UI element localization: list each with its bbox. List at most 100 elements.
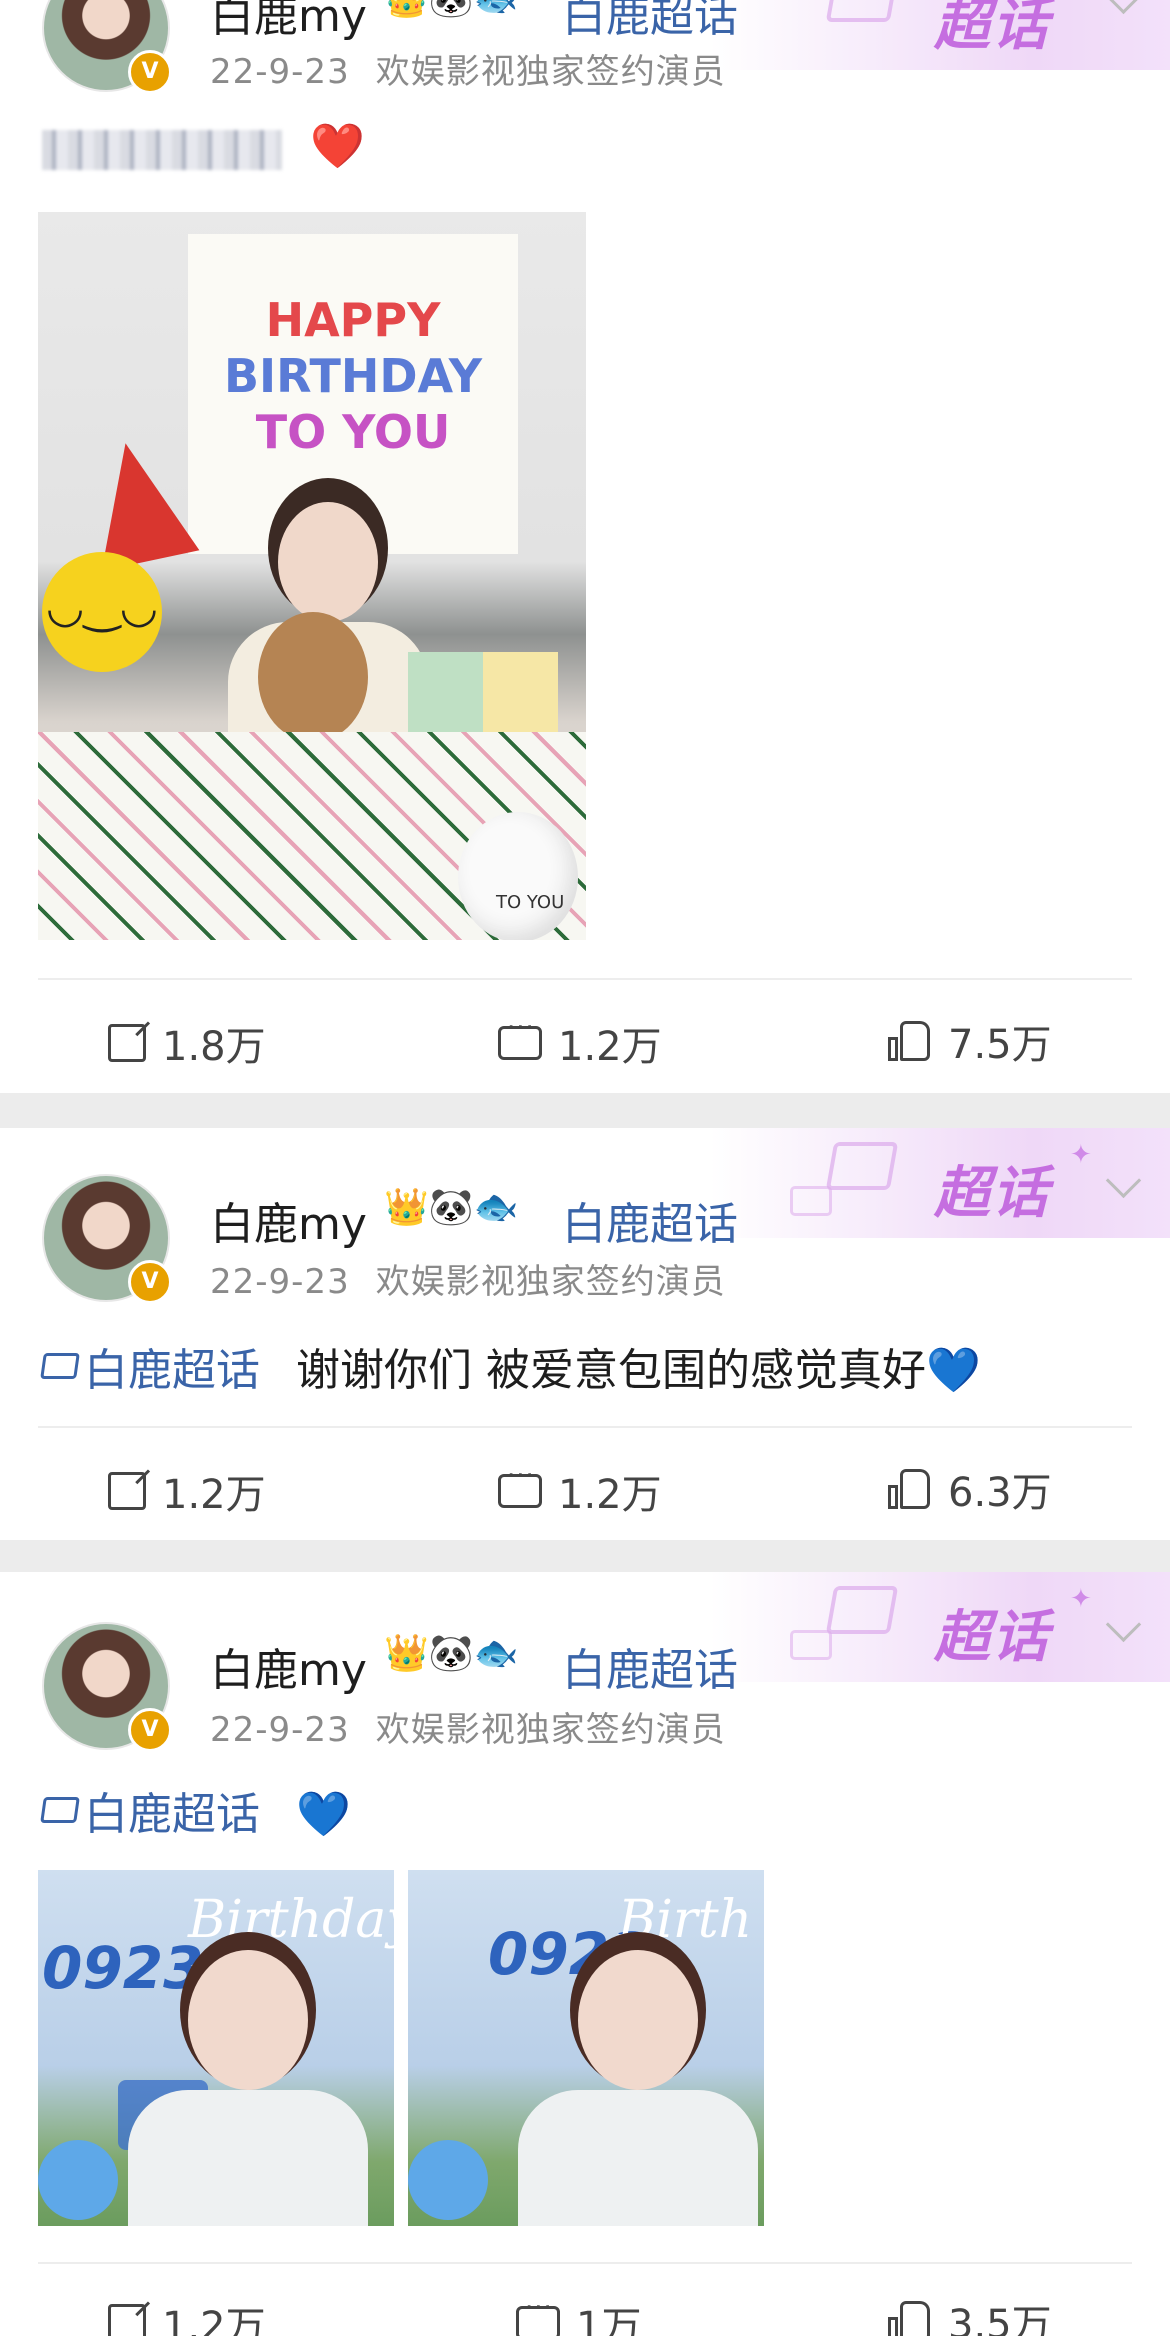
supertopic-tag[interactable]: 白鹿超话 (40, 1789, 260, 1840)
repost-button[interactable]: 1.2万 (108, 1462, 266, 1520)
image-text-number: 0923 (42, 1934, 204, 2002)
weibo-post: 超话 ✦ V 白鹿my 👑🐼🐟 白鹿超话 22-9-23 欢娱影视独家签约演员 白… (0, 1128, 1170, 1540)
fish-badge-icon: 🐟 (473, 1633, 519, 1674)
person (578, 1950, 698, 2090)
repost-button[interactable]: 1.8万 (108, 1014, 266, 1072)
comment-button[interactable]: 1万 (516, 2293, 642, 2336)
post-date: 22-9-23 (210, 52, 350, 92)
comment-icon (498, 1461, 542, 1508)
crown-badge-icon: 👑 (384, 1633, 429, 1674)
verification-label: 欢娱影视独家签约演员 (375, 1262, 726, 1302)
fish-badge-icon: 🐟 (473, 1187, 519, 1228)
supertopic-banner[interactable]: 超话 (710, 0, 1170, 70)
post-image[interactable]: 0923 Birth (408, 1870, 764, 2226)
panda-badge-icon: 🐼 (429, 0, 474, 20)
post-image[interactable]: 0923 Birthday (38, 1870, 394, 2226)
panda-badge-icon: 🐼 (428, 1187, 474, 1228)
repost-icon (108, 2304, 146, 2336)
like-button[interactable]: 6.3万 (888, 1460, 1052, 1518)
post-text: ❤️ (310, 120, 365, 172)
like-button[interactable]: 3.5万 (888, 2292, 1052, 2336)
thumbs-up-icon (888, 1019, 932, 1063)
verified-v-icon: V (128, 1260, 172, 1304)
supertopic-link[interactable]: 白鹿超话 (562, 1188, 738, 1252)
comment-button[interactable]: 1.2万 (498, 1013, 662, 1072)
post-date: 22-9-23 (210, 1262, 350, 1302)
user-badges: 👑🐼🐟 (384, 1632, 518, 1674)
red-heart-emoji: ❤️ (310, 121, 365, 172)
gem-icon (825, 1586, 899, 1634)
like-button[interactable]: 7.5万 (888, 1012, 1052, 1070)
party-hat (76, 432, 200, 572)
supertopic-banner-label: 超话 (934, 1605, 1050, 1670)
user-badges: 👑🐼🐟 (384, 0, 518, 20)
gem-icon (825, 1142, 899, 1190)
post-date: 22-9-23 (210, 1710, 350, 1750)
teddy-bear (258, 612, 368, 742)
balloons (408, 2140, 488, 2220)
post-image[interactable]: HAPPY BIRTHDAY TO YOU ◡‿◡ TO YOU (38, 212, 586, 940)
sparkle-icon: ✦ (1070, 1584, 1092, 1614)
post-meta: 22-9-23 欢娱影视独家签约演员 (210, 1254, 726, 1303)
comment-count: 1.2万 (558, 1024, 662, 1070)
verification-label: 欢娱影视独家签约演员 (375, 1710, 726, 1750)
username[interactable]: 白鹿my (210, 1188, 367, 1252)
weibo-post: 超话 V 白鹿my 👑🐼🐟 白鹿超话 22-9-23欢娱影视独家签约演员 ✕ 1… (0, 0, 1170, 1093)
supertopic-link[interactable]: 白鹿超话 (562, 1634, 738, 1698)
supertopic-banner-label: 超话 (934, 0, 1050, 58)
post-meta: 22-9-23 欢娱影视独家签约演员 (210, 1702, 726, 1751)
white-balloon: TO YOU (458, 812, 578, 940)
post-meta: 22-9-23 欢娱影视独家签约演员 (210, 44, 726, 93)
user-badges: 👑🐼🐟 (384, 1186, 518, 1228)
gem-icon (790, 1630, 832, 1660)
person-blouse (128, 2090, 368, 2226)
supertopic-banner[interactable]: 超话 ✦ (710, 1572, 1170, 1682)
balloons (38, 2140, 118, 2220)
image-counter: 14/17 (530, 106, 646, 152)
repost-count: 1.2万 (162, 2304, 266, 2336)
sparkle-icon: ✦ (1070, 1140, 1092, 1170)
username[interactable]: 白鹿my (210, 0, 367, 44)
post-text: 白鹿超话 谢谢你们 被爱意包围的感觉真好💙 (40, 1334, 981, 1398)
post-text: 白鹿超话 💙 (40, 1778, 351, 1842)
comment-icon (498, 1013, 542, 1060)
supertopic-gem-icon (40, 1797, 80, 1823)
blurred-text (42, 130, 282, 170)
supertopic-link[interactable]: 白鹿超话 (562, 0, 738, 44)
repost-icon (108, 1472, 146, 1510)
supertopic-banner[interactable]: 超话 ✦ (710, 1128, 1170, 1238)
divider (38, 1426, 1132, 1428)
repost-count: 1.2万 (162, 1472, 266, 1518)
weibo-post: 超话 ✦ V 白鹿my 👑🐼🐟 白鹿超话 22-9-23 欢娱影视独家签约演员 白… (0, 1572, 1170, 2336)
person-blouse (518, 2090, 758, 2226)
image-text-script: Birthday (188, 1890, 394, 1950)
crown-badge-icon: 👑 (384, 1187, 429, 1228)
supertopic-banner-label: 超话 (934, 1161, 1050, 1226)
birthday-banner-text: HAPPY BIRTHDAY TO YOU (223, 293, 483, 459)
comment-icon (516, 2293, 560, 2336)
blue-heart-emoji: 💙 (296, 1789, 351, 1840)
like-count: 7.5万 (948, 1022, 1052, 1068)
supertopic-tag[interactable]: 白鹿超话 (40, 1345, 260, 1396)
repost-button[interactable]: 1.2万 (108, 2294, 266, 2336)
crown-badge-icon: 👑 (384, 0, 429, 20)
thumbs-up-icon (888, 1467, 932, 1511)
like-count: 6.3万 (948, 1470, 1052, 1516)
greeting-cards (408, 652, 558, 732)
like-count: 3.5万 (948, 2302, 1052, 2336)
smiley-balloon: ◡‿◡ (42, 552, 162, 672)
repost-count: 1.8万 (162, 1024, 266, 1070)
post-body: 谢谢你们 被爱意包围的感觉真好 (296, 1345, 926, 1396)
repost-icon (108, 1024, 146, 1062)
username[interactable]: 白鹿my (210, 1634, 367, 1698)
fish-badge-icon: 🐟 (474, 0, 519, 20)
comment-count: 1万 (576, 2304, 642, 2336)
comment-count: 1.2万 (558, 1472, 662, 1518)
person (188, 1950, 308, 2090)
image-text-script: Birth (618, 1890, 753, 1950)
comment-button[interactable]: 1.2万 (498, 1461, 662, 1520)
gem-icon (825, 0, 899, 22)
blue-heart-emoji: 💙 (926, 1345, 981, 1396)
verified-v-icon: V (128, 50, 172, 94)
supertopic-gem-icon (40, 1353, 80, 1379)
